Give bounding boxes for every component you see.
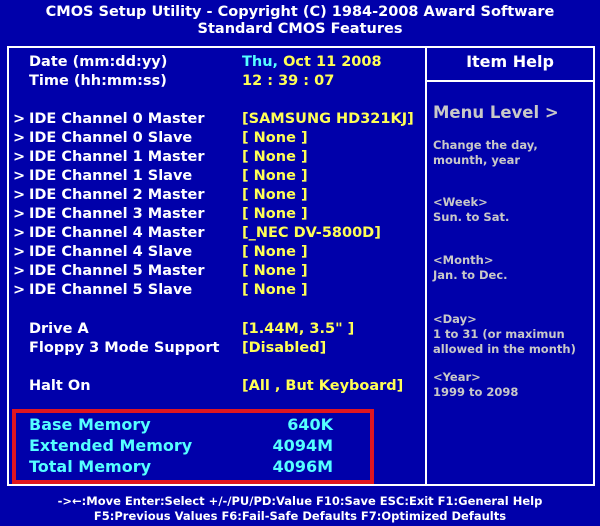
item-help-title: Item Help [466, 52, 554, 71]
ide-channel-label: IDE Channel 0 Slave [29, 130, 193, 146]
submenu-arrow-icon: > [13, 244, 26, 260]
submenu-arrow-icon: > [13, 187, 26, 203]
help-year-desc: 1999 to 2098 [433, 385, 519, 399]
date-label: Date (mm:dd:yy) [29, 54, 168, 70]
time-value[interactable]: 12 : 39 : 07 [242, 72, 334, 90]
ide-channel-value[interactable]: [ None ] [242, 243, 308, 261]
date-text: Oct 11 2008 [283, 54, 382, 70]
extended-memory-value: 4094M [272, 436, 333, 455]
submenu-arrow-icon: > [13, 111, 26, 127]
time-label: Time (hh:mm:ss) [29, 73, 167, 89]
menu-level-indicator: Menu Level > [433, 103, 559, 122]
help-week-desc: Sun. to Sat. [433, 210, 510, 224]
submenu-arrow-icon: > [13, 168, 26, 184]
ide-channel-value[interactable]: [ None ] [242, 129, 308, 147]
ide-channel-label: IDE Channel 5 Master [29, 263, 205, 279]
help-month-desc: Jan. to Dec. [433, 268, 508, 282]
submenu-arrow-icon: > [13, 130, 26, 146]
ide-channel-label: IDE Channel 1 Slave [29, 168, 193, 184]
floppy-3-mode-label: Floppy 3 Mode Support [29, 340, 220, 356]
ide-channel-value[interactable]: [ None ] [242, 262, 308, 280]
submenu-arrow-icon: > [13, 263, 26, 279]
base-memory-value: 640K [287, 415, 333, 434]
help-year-tag: <Year> [433, 370, 481, 384]
ide-channel-value[interactable]: [ None ] [242, 281, 308, 299]
submenu-arrow-icon: > [13, 206, 26, 222]
submenu-arrow-icon: > [13, 282, 26, 298]
ide-channel-label: IDE Channel 3 Master [29, 206, 205, 222]
ide-channel-label: IDE Channel 2 Master [29, 187, 205, 203]
base-memory-label: Base Memory [29, 415, 151, 434]
ide-channel-label: IDE Channel 5 Slave [29, 282, 193, 298]
help-day-tag: <Day> [433, 312, 477, 326]
help-day-desc1: 1 to 31 (or maximun [433, 327, 565, 341]
ide-channel-value[interactable]: [ None ] [242, 167, 308, 185]
ide-channel-value[interactable]: [ None ] [242, 205, 308, 223]
date-day: Thu, [242, 54, 284, 70]
keyboard-help-line1: ->←:Move Enter:Select +/-/PU/PD:Value F1… [57, 494, 543, 508]
ide-channel-value[interactable]: [ None ] [242, 148, 308, 166]
help-week-tag: <Week> [433, 195, 488, 209]
header-title: CMOS Setup Utility - Copyright (C) 1984-… [45, 4, 555, 20]
help-description-line1: Change the day, [433, 138, 538, 152]
ide-channel-label: IDE Channel 4 Master [29, 225, 205, 241]
ide-channel-label: IDE Channel 4 Slave [29, 244, 193, 260]
ide-channel-value[interactable]: [ None ] [242, 186, 308, 204]
help-divider [427, 80, 593, 82]
ide-channel-label: IDE Channel 1 Master [29, 149, 205, 165]
drive-a-value[interactable]: [1.44M, 3.5" ] [242, 320, 354, 338]
help-month-tag: <Month> [433, 253, 494, 267]
drive-a-label: Drive A [29, 321, 89, 337]
total-memory-label: Total Memory [29, 457, 152, 476]
help-day-desc2: allowed in the month) [433, 342, 576, 356]
help-description-line2: mounth, year [433, 153, 521, 167]
page-title: Standard CMOS Features [197, 21, 403, 37]
extended-memory-label: Extended Memory [29, 436, 193, 455]
ide-channel-label: IDE Channel 0 Master [29, 111, 205, 127]
halt-on-value[interactable]: [All , But Keyboard] [242, 377, 403, 395]
total-memory-value: 4096M [272, 457, 333, 476]
date-value[interactable]: Thu, Oct 11 2008 [242, 53, 382, 71]
keyboard-help-line2: F5:Previous Values F6:Fail-Safe Defaults… [93, 509, 507, 523]
halt-on-label: Halt On [29, 378, 91, 394]
submenu-arrow-icon: > [13, 225, 26, 241]
floppy-3-mode-value[interactable]: [Disabled] [242, 339, 326, 357]
ide-channel-value[interactable]: [_NEC DV-5800D] [242, 224, 381, 242]
submenu-arrow-icon: > [13, 149, 26, 165]
ide-channel-value[interactable]: [SAMSUNG HD321KJ] [242, 110, 414, 128]
